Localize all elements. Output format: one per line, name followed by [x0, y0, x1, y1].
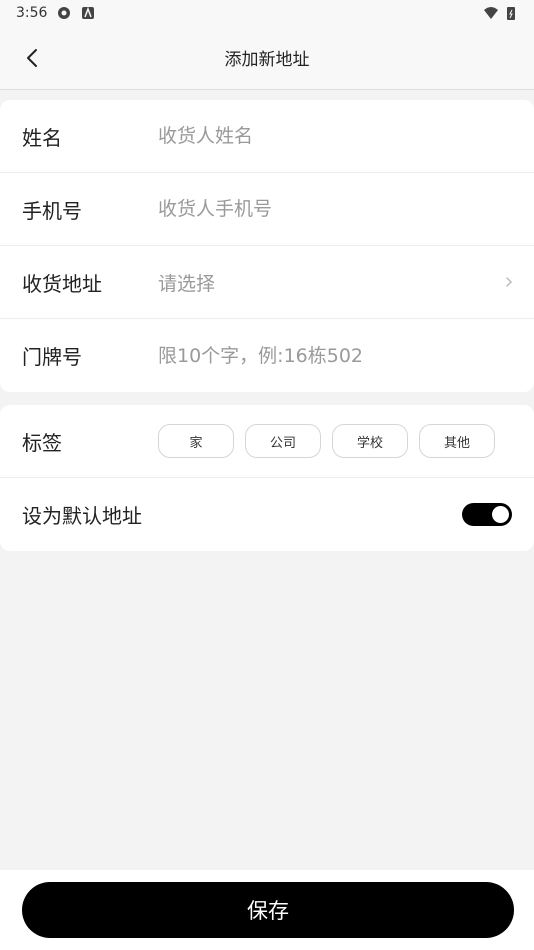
tag-company[interactable]: 公司 — [245, 424, 321, 458]
status-time: 3:56 — [16, 5, 48, 21]
status-right — [484, 6, 518, 20]
app-notification-icon — [58, 7, 71, 19]
tags-row: 标签 家 公司 学校 其他 — [0, 405, 534, 478]
name-label: 姓名 — [22, 125, 62, 150]
save-button[interactable]: 保存 — [22, 882, 514, 938]
address-select-row[interactable]: 收货地址 请选择 — [0, 246, 534, 319]
options-card: 标签 家 公司 学校 其他 设为默认地址 — [0, 405, 534, 551]
battery-icon — [507, 7, 515, 20]
default-address-row: 设为默认地址 — [0, 478, 534, 551]
tags-label: 标签 — [22, 430, 62, 455]
default-address-toggle[interactable] — [462, 503, 512, 526]
chevron-right-icon — [506, 277, 513, 287]
android-notification-icon — [82, 6, 95, 19]
header: 添加新地址 — [0, 26, 534, 90]
address-form-card: 姓名 手机号 收货地址 请选择 门牌号 — [0, 100, 534, 392]
door-row: 门牌号 — [0, 319, 534, 392]
back-button[interactable] — [18, 44, 46, 72]
status-bar: 3:56 — [0, 0, 534, 26]
tag-home[interactable]: 家 — [158, 424, 234, 458]
phone-row: 手机号 — [0, 173, 534, 246]
bottom-bar: 保存 — [0, 870, 534, 950]
status-left: 3:56 — [16, 5, 95, 21]
name-row: 姓名 — [0, 100, 534, 173]
phone-label: 手机号 — [22, 198, 82, 223]
page-title: 添加新地址 — [224, 50, 310, 70]
door-label: 门牌号 — [22, 345, 82, 369]
toggle-knob — [492, 506, 509, 523]
default-address-label: 设为默认地址 — [22, 504, 142, 528]
name-input[interactable] — [158, 125, 512, 147]
phone-input[interactable] — [158, 198, 512, 220]
chevron-left-icon — [27, 49, 37, 67]
tag-other[interactable]: 其他 — [419, 424, 495, 458]
address-select-placeholder: 请选择 — [158, 272, 216, 295]
wifi-icon — [484, 7, 498, 19]
tag-school[interactable]: 学校 — [332, 424, 408, 458]
address-label: 收货地址 — [22, 271, 102, 296]
tag-list: 家 公司 学校 其他 — [158, 424, 495, 458]
door-input[interactable] — [158, 344, 512, 367]
